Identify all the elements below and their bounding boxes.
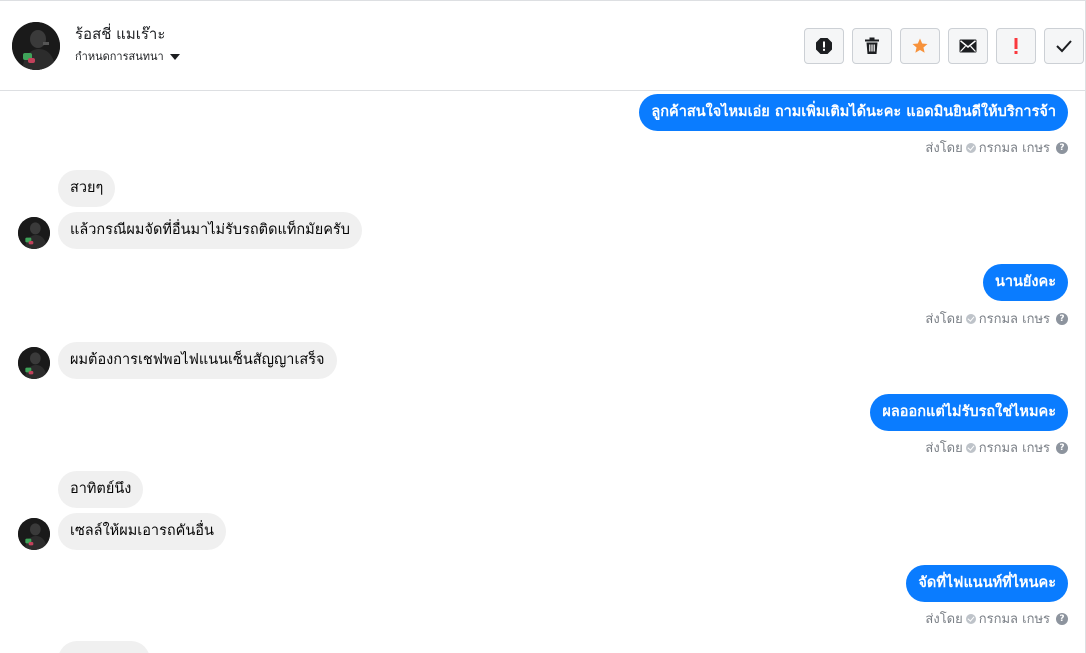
incoming-message[interactable]: ผมต้องการเชฟพอไฟแนนเซ็นสัญญาเสร็จ xyxy=(58,342,337,379)
star-icon xyxy=(911,37,929,55)
sent-by-info: ส่งโดย กรกมล เกษร ? xyxy=(925,308,1068,329)
help-icon[interactable]: ? xyxy=(1056,312,1068,325)
help-icon[interactable]: ? xyxy=(1056,612,1068,625)
message-text: ผมต้องการเชฟพอไฟแนนเซ็นสัญญาเสร็จ xyxy=(70,352,325,368)
incoming-message[interactable]: แล้วกรณีผมจัดที่อื่นมาไม่รับรถติดแท็กมัย… xyxy=(58,212,362,249)
sender-name: กรกมล เกษร xyxy=(978,441,1050,456)
conversation-actions xyxy=(804,28,1084,64)
message-text: แล้วกรณีผมจัดที่อื่นมาไม่รับรถติดแท็กมัย… xyxy=(70,222,350,238)
mark-done-button[interactable] xyxy=(1044,28,1084,64)
delete-button[interactable] xyxy=(852,28,892,64)
follow-up-button[interactable] xyxy=(996,28,1036,64)
verified-check-icon xyxy=(965,313,976,324)
contact-avatar-small[interactable] xyxy=(18,518,50,550)
star-button[interactable] xyxy=(900,28,940,64)
outgoing-message[interactable]: ผลออกแต่ไม่รับรถใช่ไหมคะ xyxy=(870,394,1068,431)
message-text: เซลล์ให้ผมเอารถคันอื่น xyxy=(70,523,214,539)
incoming-message[interactable]: สวยๆ xyxy=(58,170,116,207)
sent-by-label: ส่งโดย xyxy=(925,612,963,627)
message-text: อาทิตย์นึง xyxy=(70,481,132,497)
message-text: สวยๆ xyxy=(70,180,104,196)
sent-by-label: ส่งโดย xyxy=(925,441,963,456)
assign-label: กำหนดการสนทนา xyxy=(75,50,164,63)
contact-name[interactable]: ร้อสชี่ แมเร๊าะ xyxy=(75,22,165,46)
checkmark-icon xyxy=(1055,39,1073,53)
inbox-conversation-panel: ร้อสชี่ แมเร๊าะ กำหนดการสนทนา ลูกค้าสนใจ… xyxy=(0,0,1086,653)
sent-by-info: ส่งโดย กรกมล เกษร ? xyxy=(925,137,1068,158)
trash-icon xyxy=(864,37,880,55)
contact-avatar-small[interactable] xyxy=(18,347,50,379)
report-spam-button[interactable] xyxy=(804,28,844,64)
help-icon[interactable]: ? xyxy=(1056,441,1068,454)
incoming-message-partial[interactable] xyxy=(58,641,150,653)
sent-by-info: ส่งโดย กรกมล เกษร ? xyxy=(925,608,1068,629)
incoming-message[interactable]: เซลล์ให้ผมเอารถคันอื่น xyxy=(58,513,226,550)
sender-name: กรกมล เกษร xyxy=(978,141,1050,156)
assign-conversation-dropdown[interactable]: กำหนดการสนทนา xyxy=(75,47,180,65)
message-text: ผลออกแต่ไม่รับรถใช่ไหมคะ xyxy=(882,404,1056,420)
mail-icon xyxy=(959,39,977,53)
message-text: ลูกค้าสนใจไหมเอ่ย ถามเพิ่มเติมได้นะคะ แอ… xyxy=(651,104,1056,120)
verified-check-icon xyxy=(965,613,976,624)
conversation-header: ร้อสชี่ แมเร๊าะ กำหนดการสนทนา xyxy=(0,2,1085,91)
message-text: นานยังคะ xyxy=(994,274,1056,290)
message-text: จัดที่ไฟแนนท์ที่ไหนคะ xyxy=(918,575,1056,591)
verified-check-icon xyxy=(965,142,976,153)
sender-name: กรกมล เกษร xyxy=(978,612,1050,627)
outgoing-message[interactable]: นานยังคะ xyxy=(982,264,1068,301)
outgoing-message[interactable]: ลูกค้าสนใจไหมเอ่ย ถามเพิ่มเติมได้นะคะ แอ… xyxy=(639,94,1068,131)
caret-down-icon xyxy=(169,53,180,60)
sent-by-info: ส่งโดย กรกมล เกษร ? xyxy=(925,437,1068,458)
sent-by-label: ส่งโดย xyxy=(925,141,963,156)
sender-name: กรกมล เกษร xyxy=(978,312,1050,327)
sent-by-label: ส่งโดย xyxy=(925,312,963,327)
help-icon[interactable]: ? xyxy=(1056,141,1068,154)
message-thread[interactable]: ลูกค้าสนใจไหมเอ่ย ถามเพิ่มเติมได้นะคะ แอ… xyxy=(0,92,1085,653)
report-spam-icon xyxy=(815,37,833,55)
incoming-message[interactable]: อาทิตย์นึง xyxy=(58,471,144,508)
contact-avatar-small[interactable] xyxy=(18,217,50,249)
contact-avatar[interactable] xyxy=(12,22,60,70)
important-icon xyxy=(1013,37,1019,55)
verified-check-icon xyxy=(965,442,976,453)
mark-unread-button[interactable] xyxy=(948,28,988,64)
outgoing-message[interactable]: จัดที่ไฟแนนท์ที่ไหนคะ xyxy=(906,565,1068,602)
